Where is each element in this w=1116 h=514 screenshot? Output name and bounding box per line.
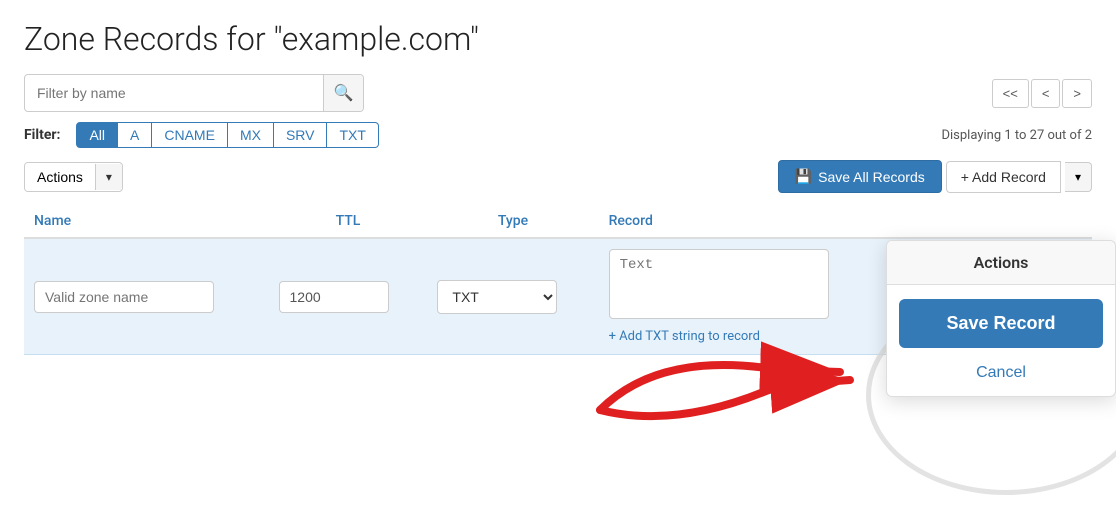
actions-popup-header: Actions xyxy=(887,241,1115,285)
toolbar-row: Actions ▾ 💾 Save All Records + Add Recor… xyxy=(24,160,1092,193)
filter-a[interactable]: A xyxy=(118,122,152,148)
filter-cname[interactable]: CNAME xyxy=(152,122,228,148)
col-name: Name xyxy=(24,205,269,238)
pagination-controls: << < > xyxy=(992,79,1092,108)
filter-left: Filter: All A CNAME MX SRV TXT xyxy=(24,122,379,148)
col-actions xyxy=(892,205,1092,238)
filter-buttons: All A CNAME MX SRV TXT xyxy=(76,122,378,148)
filter-txt[interactable]: TXT xyxy=(327,122,378,148)
save-all-records-button[interactable]: 💾 Save All Records xyxy=(778,160,942,193)
actions-caret-icon[interactable]: ▾ xyxy=(95,164,122,190)
page-title: Zone Records for "example.com" xyxy=(24,20,1092,58)
search-button[interactable]: 🔍 xyxy=(323,74,363,112)
prev-page-button[interactable]: < xyxy=(1031,79,1061,108)
ttl-input[interactable] xyxy=(279,281,389,313)
filter-all[interactable]: All xyxy=(76,122,118,148)
add-record-button[interactable]: + Add Record xyxy=(946,161,1061,193)
search-input[interactable] xyxy=(25,85,323,101)
save-icon: 💾 xyxy=(795,168,812,185)
first-page-button[interactable]: << xyxy=(992,79,1029,108)
search-box: 🔍 xyxy=(24,74,364,112)
record-textarea[interactable] xyxy=(609,249,829,319)
table-header: Name TTL Type Record xyxy=(24,205,1092,238)
add-txt-link[interactable]: + Add TXT string to record xyxy=(609,329,882,344)
name-cell xyxy=(24,238,269,355)
display-info: Displaying 1 to 27 out of 2 xyxy=(941,128,1092,143)
filter-row: Filter: All A CNAME MX SRV TXT Displayin… xyxy=(24,122,1092,148)
actions-dropdown[interactable]: Actions ▾ xyxy=(24,162,123,192)
actions-button[interactable]: Actions xyxy=(25,163,95,191)
cancel-button[interactable]: Cancel xyxy=(887,356,1115,396)
add-record-caret-icon[interactable]: ▾ xyxy=(1065,162,1092,192)
filter-srv[interactable]: SRV xyxy=(274,122,328,148)
col-type: Type xyxy=(427,205,598,238)
type-cell: A AAAA CNAME MX SRV TXT xyxy=(427,238,598,355)
col-record: Record xyxy=(599,205,892,238)
col-ttl: TTL xyxy=(269,205,428,238)
filter-label: Filter: xyxy=(24,127,60,143)
type-select[interactable]: A AAAA CNAME MX SRV TXT xyxy=(437,280,557,314)
actions-popup: Actions Save Record Cancel xyxy=(886,240,1116,397)
search-pagination-row: 🔍 << < > xyxy=(24,74,1092,112)
save-record-button[interactable]: Save Record xyxy=(899,299,1103,348)
toolbar-right: 💾 Save All Records + Add Record ▾ xyxy=(778,160,1092,193)
next-page-button[interactable]: > xyxy=(1062,79,1092,108)
save-all-label: Save All Records xyxy=(818,169,925,185)
name-input[interactable] xyxy=(34,281,214,313)
record-cell: + Add TXT string to record xyxy=(599,238,892,355)
filter-mx[interactable]: MX xyxy=(228,122,274,148)
ttl-cell xyxy=(269,238,428,355)
